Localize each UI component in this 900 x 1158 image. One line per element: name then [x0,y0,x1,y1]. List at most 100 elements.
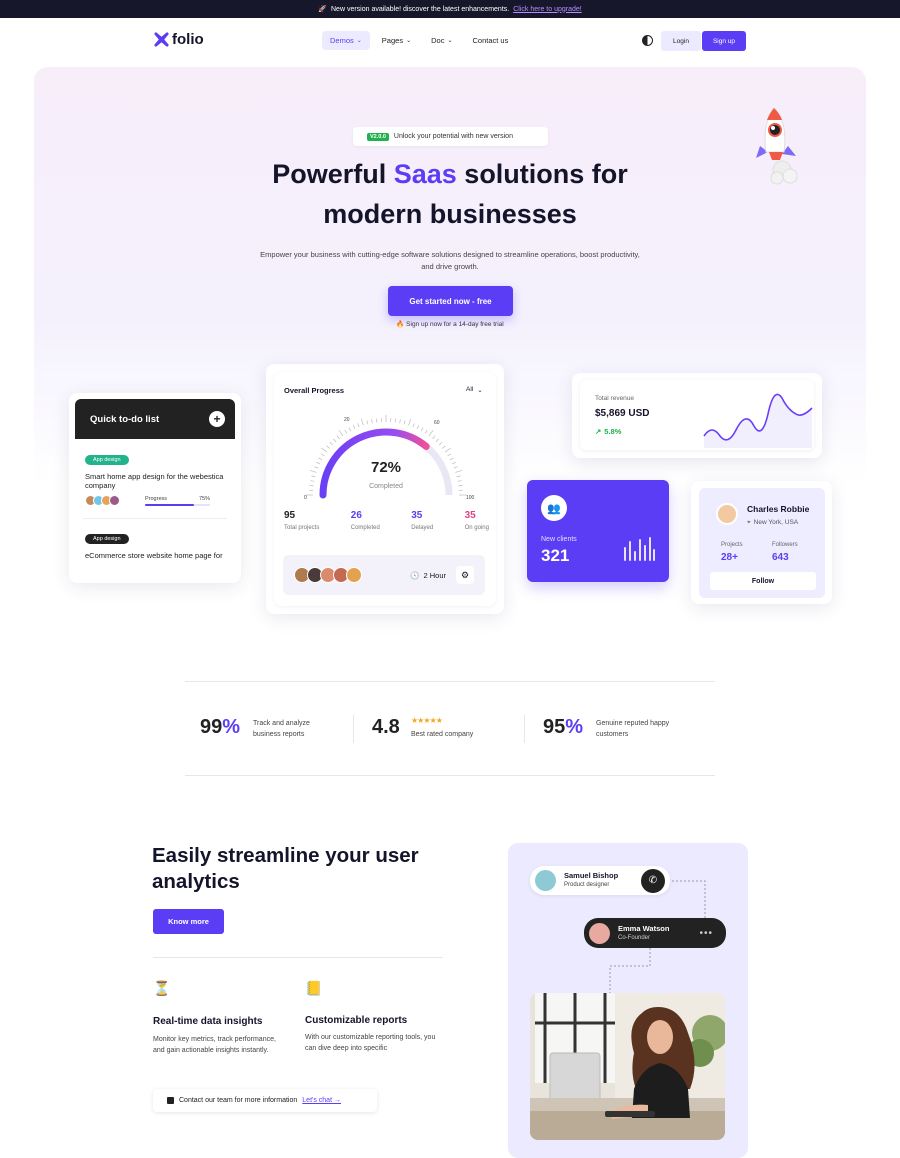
gauge-tick [310,480,315,482]
add-task-icon[interactable]: + [209,411,225,427]
chevron-down-icon: ⌄ [447,38,453,44]
gauge-tick [438,442,443,446]
gauge-tick [453,466,458,469]
task-progress: Progress 75% [145,496,210,506]
progress-bar-fill [145,503,194,506]
progress-filter[interactable]: All ⌄ [466,386,483,394]
report-icon: 📒 [305,980,323,996]
gauge-tick [329,442,334,446]
chevron-down-icon: ⌄ [356,38,362,44]
gauge-tick [344,429,348,434]
bars-mini-icon [624,537,655,561]
stat-label: Completed [350,525,380,531]
gauge-scale-20: 20 [344,417,350,423]
menu-demos[interactable]: Demos ⌄ [322,31,370,50]
progress-label: Progress [145,495,168,502]
announcement-bar: 🚀 New version available! discover the la… [0,0,900,18]
menu-contact[interactable]: Contact us [464,31,516,50]
contact-name: Emma Watson [618,923,670,933]
gauge-tick [314,466,319,469]
gauge-tick [458,485,463,487]
signup-button[interactable]: Sign up [702,31,746,51]
divider [153,957,443,958]
menu-doc[interactable]: Doc ⌄ [423,31,460,50]
divider [185,775,715,776]
gauge-tick [309,485,314,487]
feature-text: With our customizable reporting tools, y… [305,1034,436,1052]
lets-chat-link[interactable]: Let's chat → [302,1097,341,1104]
follow-button[interactable]: Follow [710,572,816,590]
location-pin-icon: ⌖ [747,519,751,526]
progress-panel: Overall Progress All ⌄ 72% Completed 0 20… [274,372,496,606]
stat-description: Best rated company [411,731,474,738]
rocket-icon: 🚀 [318,6,327,13]
chevron-down-icon: ⌄ [477,387,483,394]
gauge-tick [447,453,452,457]
profile-panel: Charles Robbie ⌖ New York, USA Projects 2… [699,488,825,598]
more-dots-icon[interactable]: ••• [699,928,713,939]
clock-icon: 🕓 [410,570,420,580]
logo[interactable]: folio [154,31,204,48]
gauge-scale-60: 60 [434,420,440,426]
gauge-tick [451,461,456,465]
location-text: New York, USA [753,519,799,526]
theme-toggle-icon[interactable] [642,35,653,46]
stat-rating: 4.8 [372,716,400,739]
gauge-tick [311,475,316,478]
upgrade-link[interactable]: Click here to upgrade! [513,6,581,13]
stat-completed: 26 Completed [351,510,380,531]
stat-delayed: 35 Delayed [411,510,433,531]
projects-value: 28+ [721,552,738,563]
contact-pill-samuel[interactable]: Samuel Bishop Product designer ✆ [530,866,670,895]
hero-title-part2: solutions for [464,159,628,189]
gauge-tick [432,435,436,439]
phone-icon[interactable]: ✆ [641,868,665,893]
know-more-button[interactable]: Know more [153,909,224,934]
login-button[interactable]: Login [661,31,701,51]
gauge-tick [366,420,369,425]
new-clients-card: 👥 New clients 321 [527,480,669,582]
gauge-tick [394,418,396,423]
menu-label: Demos [330,36,354,45]
revenue-panel: Total revenue $5,869 USD ↗ 5.8% [580,380,814,450]
gauge-scale-min: 0 [304,495,307,500]
menu-label: Doc [431,36,445,45]
task-item[interactable]: App design eCommerce store website home … [75,519,235,560]
clients-label: New clients [541,536,577,543]
gauge-tick [455,469,463,473]
star-rating-icon: ★★★★★ [411,716,443,725]
gauge-tick [399,419,401,424]
trial-text: Sign up now for a 14-day free trial [406,321,504,328]
menu-label: Pages [381,36,404,45]
settings-sliders-icon[interactable]: ⚙ [456,566,474,584]
gauge-scale-max: 100 [466,495,475,500]
profile-name: Charles Robbie [747,504,810,514]
time-info: 🕓 2 Hour [410,571,446,580]
stat-label: Delayed [411,525,434,531]
avatar [589,922,610,944]
task-item[interactable]: App design Smart home app design for the… [75,439,235,506]
contact-pill-emma[interactable]: Emma Watson Co-Founder ••• [584,918,726,948]
progress-value: 75% [198,495,210,502]
gauge-tick [318,457,323,461]
feature-text: Monitor key metrics, track performance, … [153,1036,276,1054]
gauge-tick [444,447,451,453]
task-tag: App design [85,534,129,544]
todo-title: Quick to-do list [90,413,160,425]
logo-text: folio [172,31,204,48]
gauge-tick [309,469,317,473]
get-started-button[interactable]: Get started now - free [388,286,513,316]
revenue-value: $5,869 USD [595,408,650,419]
revenue-sparkline [703,393,813,448]
progress-title: Overall Progress [284,386,345,395]
logo-icon [154,32,169,47]
gauge-tick [424,429,428,434]
time-text: 2 Hour [423,570,446,580]
avatar [716,503,738,525]
gauge-tick [428,430,434,437]
menu-pages[interactable]: Pages ⌄ [374,31,419,50]
profile-card: Charles Robbie ⌖ New York, USA Projects 2… [691,481,832,604]
stat-value: 4.8 [372,716,400,738]
stat-label: Total projects [284,525,320,531]
menu-label: Contact us [472,36,509,45]
